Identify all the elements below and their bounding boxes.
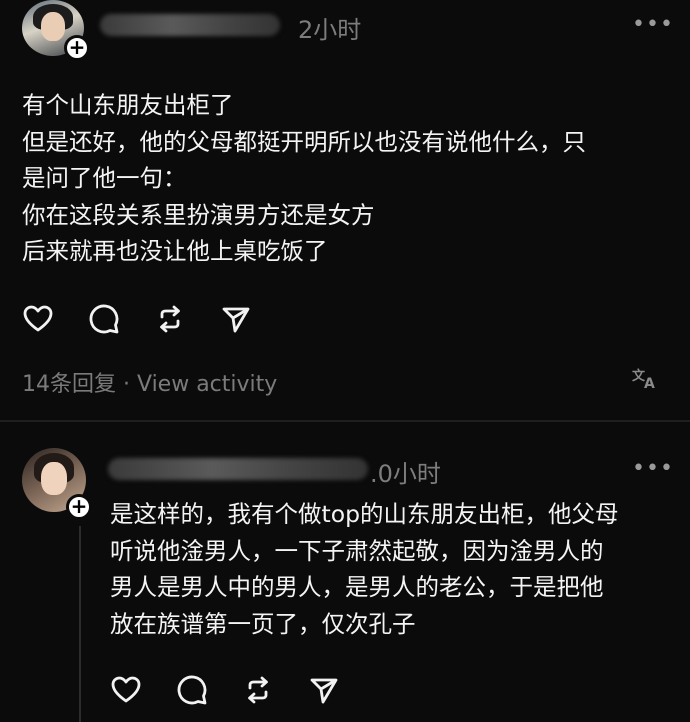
post-line: 有个山东朋友出柜了 (22, 91, 234, 119)
send-icon[interactable] (308, 674, 340, 706)
action-bar (110, 674, 374, 706)
avatar-face (41, 462, 67, 496)
post-time: 2小时 (298, 16, 362, 44)
view-activity-link[interactable]: View activity (137, 372, 277, 397)
post-line: 放在族谱第一页了，仅次孔子 (110, 609, 416, 638)
comment-icon[interactable] (88, 303, 120, 335)
follow-plus-icon[interactable]: + (66, 494, 92, 520)
reply-count[interactable]: 14条回复 (22, 372, 116, 397)
post-line: 是问了他一句： (22, 164, 187, 192)
repost-icon[interactable] (154, 303, 186, 335)
post-body: 是这样的，我有个做top的山东朋友出柜，他父母 听说他淦男人，一下子肃然起敬，因… (110, 496, 619, 642)
post-line: 你在这段关系里扮演男方还是女方 (22, 200, 375, 229)
post-body: 有个山东朋友出柜了 但是还好，他的父母都挺开明所以也没有说他什么，只 是问了他一… (22, 87, 586, 270)
svg-text:A: A (644, 376, 655, 390)
thread-line (79, 526, 81, 722)
post-divider (0, 420, 690, 422)
post-time: .0小时 (370, 460, 441, 488)
follow-plus-icon[interactable]: + (64, 35, 90, 61)
post-meta: 14条回复 · View activity (22, 366, 277, 398)
meta-separator: · (123, 372, 130, 397)
avatar-face (40, 12, 66, 42)
username-blurred[interactable] (100, 14, 280, 36)
repost-icon[interactable] (242, 674, 274, 706)
post-1: + 2小时 ••• 有个山东朋友出柜了 但是还好，他的父母都挺开明所以也没有说他… (0, 0, 690, 420)
post-2: + .0小时 ••• 是这样的，我有个做top的山东朋友出柜，他父母 听说他淦男… (0, 430, 690, 722)
post-line: 后来就再也没让他上桌吃饭了 (22, 237, 328, 265)
username-blurred[interactable] (108, 458, 368, 480)
comment-icon[interactable] (176, 674, 208, 706)
translate-icon[interactable]: 文A (632, 366, 660, 395)
post-line: 是这样的，我有个做top的山东朋友出柜，他父母 (110, 500, 619, 528)
post-line: 男人是男人中的男人，是男人的老公，于是把他 (110, 573, 604, 601)
post-line: 听说他淦男人，一下子肃然起敬，因为淦男人的 (110, 536, 604, 565)
post-line: 但是还好，他的父母都挺开明所以也没有说他什么，只 (22, 127, 586, 156)
more-options-icon[interactable]: ••• (632, 12, 674, 37)
heart-icon[interactable] (110, 674, 142, 706)
send-icon[interactable] (220, 303, 252, 335)
action-bar (22, 303, 286, 335)
heart-icon[interactable] (22, 303, 54, 335)
more-options-icon[interactable]: ••• (632, 456, 674, 481)
